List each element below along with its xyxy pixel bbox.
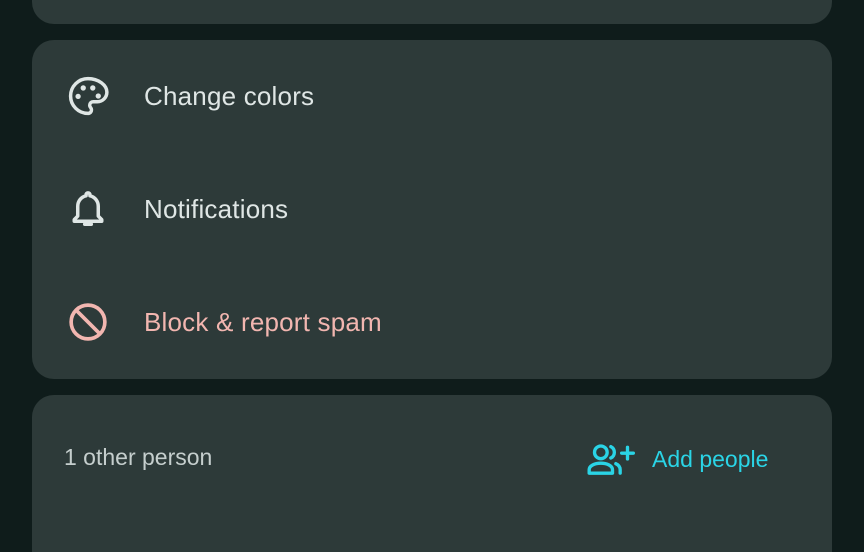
previous-card — [32, 0, 832, 24]
change-colors-label: Change colors — [144, 80, 315, 111]
screen: Change colors Notifications Block & repo… — [0, 0, 864, 552]
bell-icon — [66, 187, 110, 231]
palette-icon — [66, 74, 110, 118]
add-people-label: Add people — [652, 445, 769, 472]
change-colors-item[interactable]: Change colors — [32, 40, 832, 152]
person-add-icon — [584, 439, 636, 479]
block-report-spam-item[interactable]: Block & report spam — [32, 266, 832, 378]
settings-card: Change colors Notifications Block & repo… — [32, 40, 832, 379]
people-card: 1 other person Add people — [32, 395, 832, 552]
block-report-spam-label: Block & report spam — [144, 306, 382, 337]
notifications-label: Notifications — [144, 193, 289, 224]
people-count-label: 1 other person — [64, 444, 213, 470]
add-people-button[interactable]: Add people — [584, 439, 768, 479]
block-icon — [66, 300, 110, 344]
notifications-item[interactable]: Notifications — [32, 153, 832, 265]
